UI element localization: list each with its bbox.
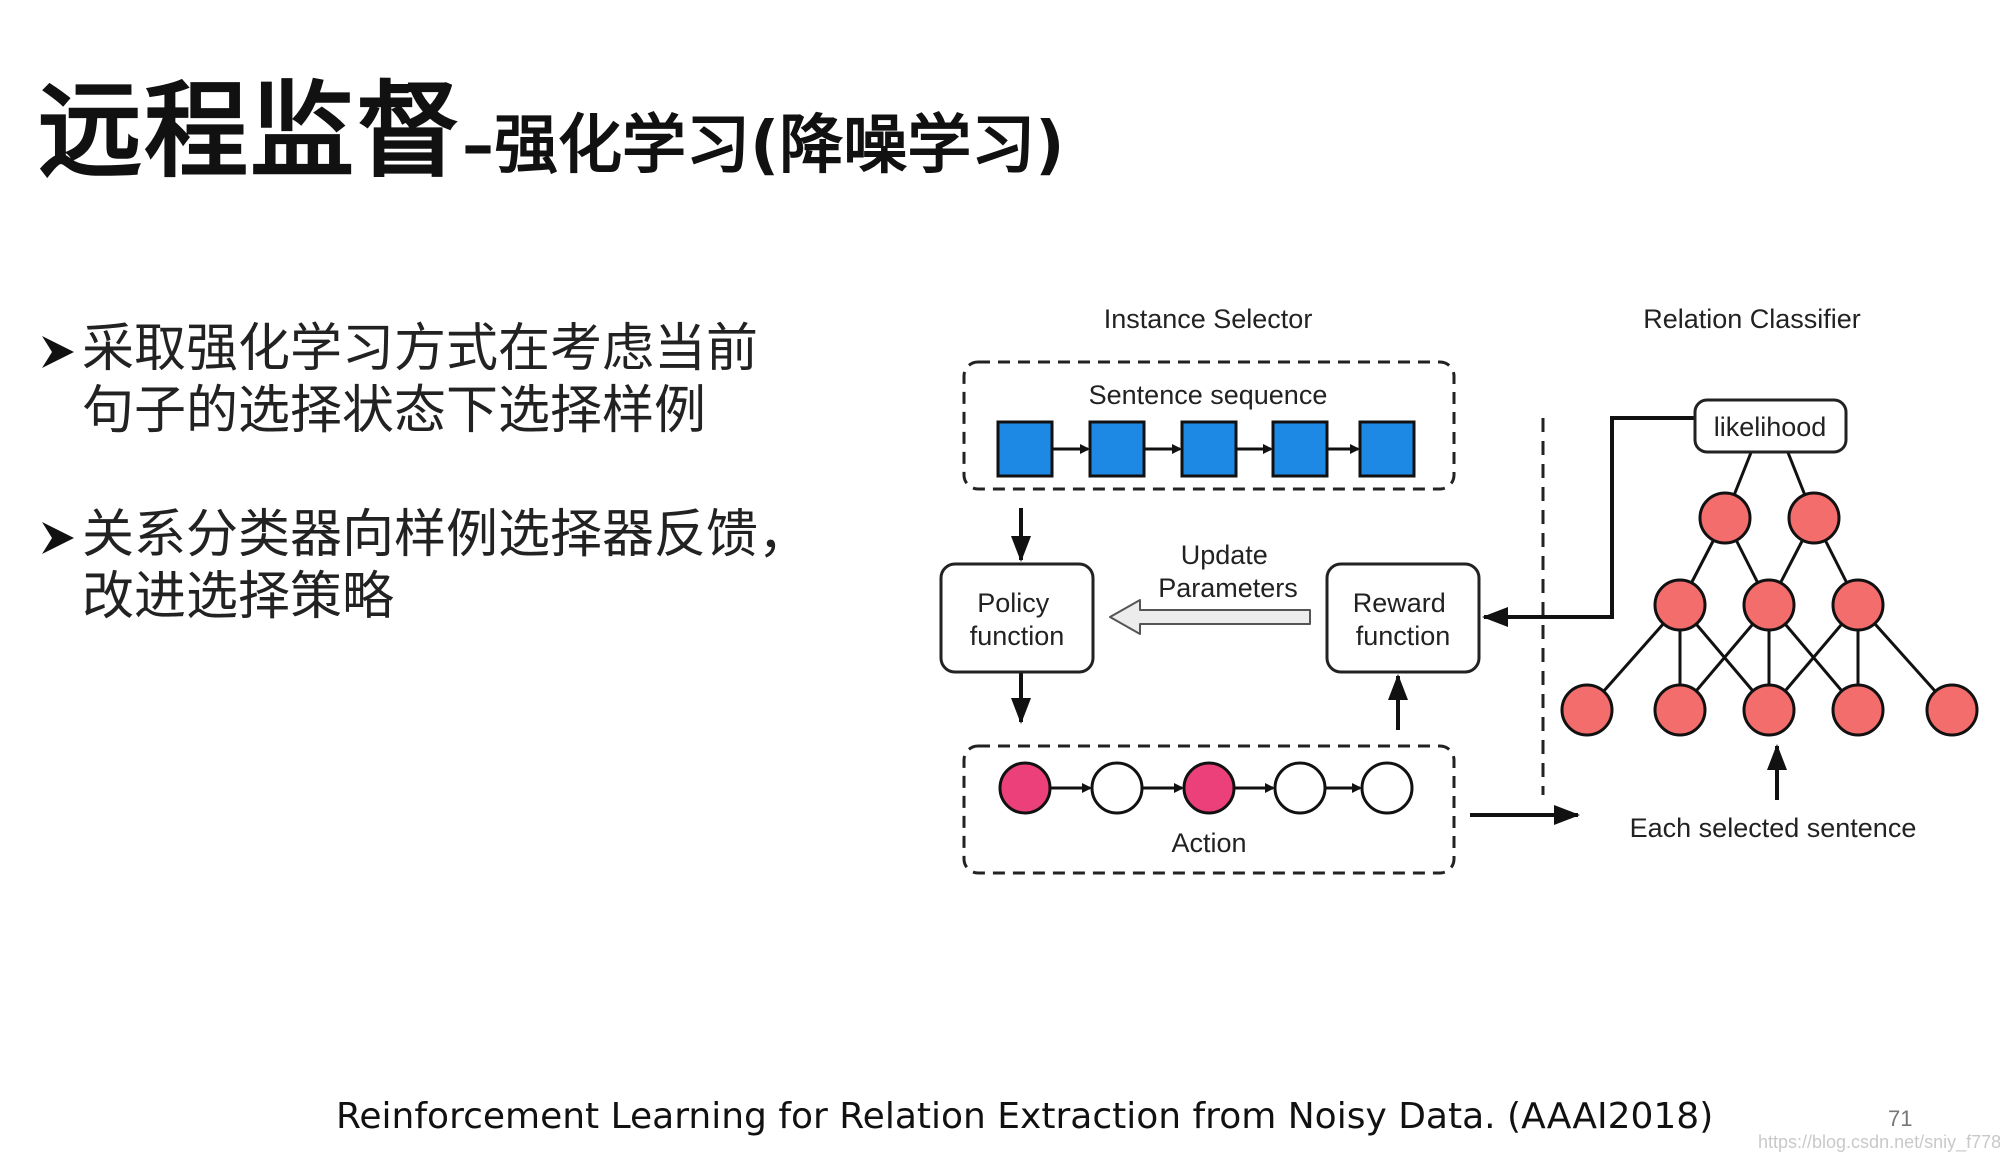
network-node (1653, 683, 1707, 737)
action-circle-selected (998, 761, 1052, 815)
network-node (1698, 491, 1752, 545)
sentence-square (1358, 420, 1416, 478)
network-node (1560, 683, 1614, 737)
policy-line-1: Policy (977, 588, 1050, 618)
reward-function-box (1325, 562, 1481, 674)
action-circle-selected (1182, 761, 1236, 815)
each-selected-sentence-label: Each selected sentence (1630, 813, 1917, 843)
page-number: 71 (1888, 1106, 1913, 1131)
relation-classifier-label: Relation Classifier (1643, 304, 1861, 334)
sentence-square (1180, 420, 1238, 478)
policy-line-2: function (970, 621, 1065, 651)
network-node (1831, 578, 1885, 632)
rl-diagram: Instance Selector Relation Classifier Se… (939, 304, 1979, 875)
update-line-2: Parameters (1158, 573, 1298, 603)
watermark: https://blog.csdn.net/sniy_f778 (1758, 1132, 2000, 1152)
instance-selector-label: Instance Selector (1104, 304, 1313, 334)
network-node (1787, 491, 1841, 545)
action-circles (998, 761, 1414, 815)
update-parameters-label: Update Parameters (1158, 540, 1298, 603)
reward-line-1: Reward (1353, 588, 1446, 618)
likelihood-label: likelihood (1714, 412, 1827, 442)
update-parameters-arrow (1109, 599, 1311, 635)
sentence-square (1271, 420, 1329, 478)
network-nodes (1560, 491, 1979, 737)
sentence-squares (996, 420, 1416, 478)
policy-function-box (939, 562, 1095, 674)
citation-footer: Reinforcement Learning for Relation Extr… (336, 1096, 1714, 1137)
network-node (1742, 683, 1796, 737)
sentence-sequence-label: Sentence sequence (1089, 380, 1328, 410)
network-node (1653, 578, 1707, 632)
action-circle-empty (1360, 761, 1414, 815)
reward-line-2: function (1356, 621, 1451, 651)
sentence-square (996, 420, 1054, 478)
network-node (1831, 683, 1885, 737)
update-line-1: Update (1181, 540, 1268, 570)
sentence-square (1088, 420, 1146, 478)
network-node (1742, 578, 1796, 632)
action-circle-empty (1090, 761, 1144, 815)
action-circle-empty (1273, 761, 1327, 815)
network-node (1925, 683, 1979, 737)
action-label: Action (1171, 828, 1246, 858)
network-edges (1585, 444, 1954, 712)
